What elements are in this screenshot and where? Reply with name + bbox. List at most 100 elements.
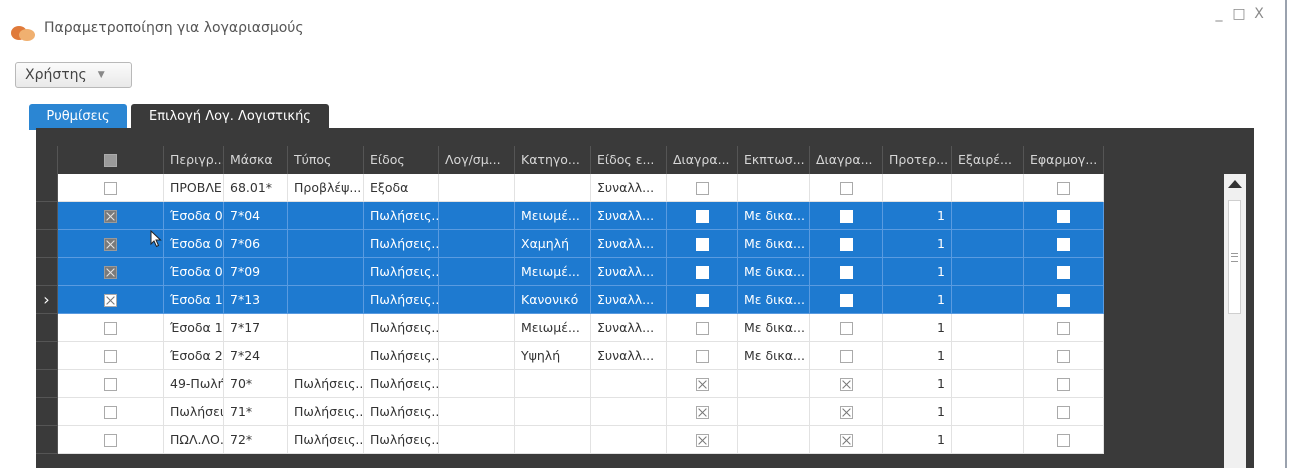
checkbox-icon[interactable] <box>104 182 117 195</box>
checkbox-icon[interactable] <box>839 406 853 419</box>
checkbox-icon[interactable] <box>104 210 117 223</box>
close-button[interactable]: X <box>1251 6 1267 22</box>
table-row[interactable]: Πωλήσει...71*Πωλήσεις...Πωλήσεις...1 <box>36 398 1224 426</box>
table-row[interactable]: Έσοδα 1...7*17 Πωλήσεις... Μειωμέ...Συναλλ… <box>36 314 1224 342</box>
cell-desc[interactable]: Έσοδα 0... <box>164 258 224 286</box>
column-header[interactable]: Τύπος <box>288 146 364 174</box>
column-header[interactable]: Είδος ε... <box>591 146 667 174</box>
cell-kind2[interactable]: Συναλλ... <box>591 258 667 286</box>
cell-prio[interactable]: 1 <box>883 202 952 230</box>
cell-type[interactable] <box>288 202 364 230</box>
checkbox-icon[interactable] <box>839 238 853 251</box>
checkbox-cell[interactable] <box>810 398 883 426</box>
cell-type[interactable]: Πωλήσεις... <box>288 426 364 454</box>
checkbox-icon[interactable] <box>1057 266 1070 279</box>
table-row[interactable]: ΠΩΛ.ΛΟ...72*Πωλήσεις...Πωλήσεις...1 <box>36 426 1224 454</box>
checkbox-icon[interactable] <box>695 182 709 195</box>
checkbox-icon[interactable] <box>695 210 709 223</box>
checkbox-cell[interactable] <box>667 426 738 454</box>
checkbox-cell[interactable] <box>810 174 883 202</box>
checkbox-icon[interactable] <box>1057 238 1070 251</box>
checkbox-cell[interactable] <box>1024 398 1104 426</box>
checkbox-icon[interactable] <box>695 322 709 335</box>
checkbox-cell[interactable] <box>667 202 738 230</box>
cell-cat[interactable] <box>515 370 591 398</box>
checkbox-icon[interactable] <box>1057 434 1070 447</box>
checkbox-cell[interactable] <box>1024 202 1104 230</box>
checkbox-cell[interactable] <box>667 230 738 258</box>
cell-disc[interactable]: Με δικα... <box>738 258 810 286</box>
cell-prio[interactable]: 1 <box>883 286 952 314</box>
column-header[interactable]: Μάσκα <box>224 146 288 174</box>
row-indicator[interactable] <box>36 370 58 398</box>
checkbox-icon[interactable] <box>695 434 709 447</box>
cell-excl[interactable] <box>952 286 1024 314</box>
minimize-button[interactable]: _ <box>1211 6 1227 22</box>
checkbox-icon[interactable] <box>104 294 117 307</box>
checkbox-cell[interactable] <box>667 258 738 286</box>
checkbox-icon[interactable] <box>104 154 117 167</box>
checkbox-icon[interactable] <box>1057 406 1070 419</box>
checkbox-cell[interactable] <box>667 370 738 398</box>
checkbox-cell[interactable] <box>1024 230 1104 258</box>
row-select-cell[interactable] <box>58 174 164 202</box>
checkbox-icon[interactable] <box>695 238 709 251</box>
tab-settings[interactable]: Ρυθμίσεις <box>29 104 127 130</box>
cell-kind[interactable]: Πωλήσεις... <box>364 398 439 426</box>
cell-type[interactable] <box>288 230 364 258</box>
checkbox-cell[interactable] <box>810 314 883 342</box>
cell-type[interactable]: Προβλέψ... <box>288 174 364 202</box>
cell-desc[interactable]: ΠΩΛ.ΛΟ... <box>164 426 224 454</box>
cell-acc[interactable] <box>439 258 515 286</box>
cell-prio[interactable]: 1 <box>883 230 952 258</box>
cell-excl[interactable] <box>952 370 1024 398</box>
cell-type[interactable] <box>288 342 364 370</box>
checkbox-icon[interactable] <box>1057 182 1070 195</box>
checkbox-cell[interactable] <box>810 286 883 314</box>
column-header[interactable]: Κατηγο... <box>515 146 591 174</box>
row-indicator[interactable] <box>36 174 58 202</box>
cell-kind2[interactable]: Συναλλ... <box>591 342 667 370</box>
cell-excl[interactable] <box>952 314 1024 342</box>
checkbox-icon[interactable] <box>104 406 117 419</box>
checkbox-icon[interactable] <box>1057 294 1070 307</box>
checkbox-icon[interactable] <box>1057 210 1070 223</box>
row-indicator[interactable] <box>36 342 58 370</box>
vertical-scrollbar[interactable] <box>1224 174 1246 468</box>
checkbox-icon[interactable] <box>839 378 853 391</box>
scroll-thumb[interactable] <box>1228 200 1241 314</box>
cell-prio[interactable]: 1 <box>883 258 952 286</box>
cell-disc[interactable] <box>738 370 810 398</box>
cell-desc[interactable]: Πωλήσει... <box>164 398 224 426</box>
cell-mask[interactable]: 7*04 <box>224 202 288 230</box>
cell-kind2[interactable] <box>591 370 667 398</box>
table-row[interactable]: Έσοδα 0...7*04 Πωλήσεις... Μειωμέ...Συναλλ… <box>36 202 1224 230</box>
cell-type[interactable] <box>288 314 364 342</box>
table-row[interactable]: Έσοδα 0...7*06 Πωλήσεις... ΧαμηλήΣυναλλ...… <box>36 230 1224 258</box>
checkbox-cell[interactable] <box>810 426 883 454</box>
column-header[interactable]: Εφαρμογ... <box>1024 146 1104 174</box>
column-header[interactable]: Λογ/σμ... <box>439 146 515 174</box>
cell-desc[interactable]: Έσοδα 1... <box>164 314 224 342</box>
row-select-cell[interactable] <box>58 426 164 454</box>
checkbox-cell[interactable] <box>667 174 738 202</box>
user-dropdown[interactable]: Χρήστης ▼ <box>15 62 132 88</box>
checkbox-cell[interactable] <box>1024 426 1104 454</box>
maximize-button[interactable]: □ <box>1231 6 1247 22</box>
cell-kind2[interactable]: Συναλλ... <box>591 230 667 258</box>
cell-kind[interactable]: Πωλήσεις... <box>364 258 439 286</box>
table-row[interactable]: ΠΡΟΒΛΕ...68.01*Προβλέψ...Εξοδα Συναλλ... <box>36 174 1224 202</box>
cell-kind2[interactable]: Συναλλ... <box>591 286 667 314</box>
checkbox-icon[interactable] <box>839 266 853 279</box>
row-indicator[interactable] <box>36 258 58 286</box>
cell-desc[interactable]: ΠΡΟΒΛΕ... <box>164 174 224 202</box>
cell-kind[interactable]: Εξοδα <box>364 174 439 202</box>
cell-disc[interactable]: Με δικα... <box>738 314 810 342</box>
table-row[interactable]: › Έσοδα 1...7*13 Πωλήσεις... ΚανονικόΣυναλλ… <box>36 286 1224 314</box>
cell-acc[interactable] <box>439 314 515 342</box>
row-select-cell[interactable] <box>58 314 164 342</box>
checkbox-icon[interactable] <box>1057 378 1070 391</box>
cell-disc[interactable] <box>738 426 810 454</box>
cell-disc[interactable]: Με δικα... <box>738 286 810 314</box>
cell-cat[interactable]: Μειωμέ... <box>515 258 591 286</box>
